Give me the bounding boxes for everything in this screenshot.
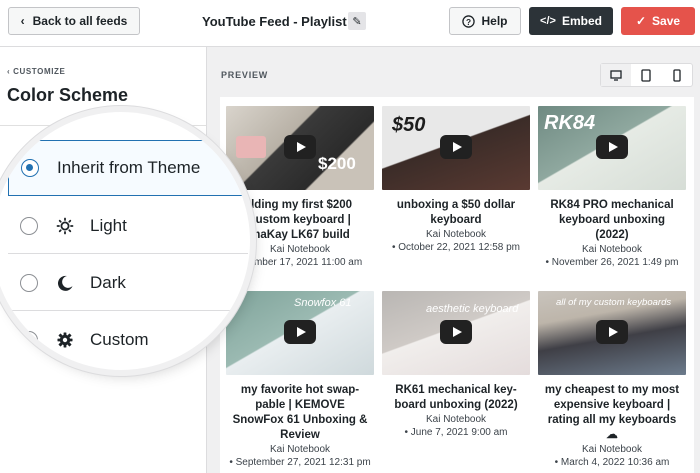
video-card[interactable]: aesthetic keyboard RK61 mechanical key- … xyxy=(382,291,530,439)
video-title: my cheapest to my most expensive keyboar… xyxy=(538,383,686,443)
code-icon: </> xyxy=(540,15,556,27)
breadcrumb[interactable]: ‹ CUSTOMIZE xyxy=(7,67,65,76)
title-line: ilding my first $200 xyxy=(247,199,353,211)
video-date: • June 7, 2021 9:00 am xyxy=(404,427,508,438)
feed-title: YouTube Feed - Playlist xyxy=(202,14,347,29)
option-light[interactable]: Light xyxy=(8,198,248,254)
option-inherit-from-theme[interactable]: Inherit from Theme xyxy=(8,140,248,196)
save-button[interactable]: ✓ Save xyxy=(621,7,695,35)
title-line: board unboxing (2022) xyxy=(394,399,518,411)
video-date: • March 4, 2022 10:36 am xyxy=(554,457,670,468)
svg-text:?: ? xyxy=(466,16,471,26)
gear-icon xyxy=(56,331,74,349)
title-line: RK84 PRO mechanical xyxy=(550,199,674,211)
video-card[interactable]: RK84 RK84 PRO mechanical keyboard unboxi… xyxy=(538,106,686,269)
sun-icon xyxy=(56,217,74,235)
radio-icon[interactable] xyxy=(20,216,38,235)
thumbnail-text: $50 xyxy=(392,114,426,136)
help-button[interactable]: ? Help xyxy=(449,7,521,35)
back-button-label: Back to all feeds xyxy=(32,14,128,28)
video-title: RK84 PRO mechanical keyboard unboxing (2… xyxy=(538,198,686,243)
check-icon: ✓ xyxy=(635,14,647,28)
video-card[interactable]: Snowfox 61 my favorite hot swap- pable |… xyxy=(226,291,374,469)
play-icon[interactable] xyxy=(596,320,628,344)
video-thumbnail[interactable]: Snowfox 61 xyxy=(226,291,374,375)
radio-icon[interactable] xyxy=(20,273,38,292)
video-author: Kai Notebook xyxy=(425,229,487,240)
option-label: Inherit from Theme xyxy=(57,158,201,177)
title-line: RK61 mechanical key- xyxy=(395,384,517,396)
help-icon: ? xyxy=(462,14,476,28)
video-title: RK61 mechanical key- board unboxing (202… xyxy=(382,383,530,413)
top-toolbar: ‹ Back to all feeds YouTube Feed - Playl… xyxy=(0,0,700,47)
thumbnail-text: Snowfox 61 xyxy=(294,297,352,309)
video-thumbnail[interactable]: $50 xyxy=(382,106,530,190)
video-author: Kai Notebook xyxy=(581,244,643,255)
embed-button[interactable]: </> Embed xyxy=(529,7,613,35)
play-icon[interactable] xyxy=(596,135,628,159)
title-line: SnowFox 61 Unboxing & xyxy=(232,414,368,426)
breadcrumb-label: CUSTOMIZE xyxy=(13,67,66,76)
thumbnail-text: $200 xyxy=(318,154,356,173)
option-label: Light xyxy=(90,215,127,235)
feed-preview: $200 ilding my first $200 custom keyboar… xyxy=(220,97,694,473)
option-label: Dark xyxy=(90,272,126,292)
tablet-view-button[interactable] xyxy=(631,64,661,86)
embed-label: Embed xyxy=(561,14,602,28)
option-custom[interactable]: Custom xyxy=(8,312,248,368)
title-line: rating all my keyboards xyxy=(547,414,677,426)
pencil-icon: ✎ xyxy=(352,15,362,28)
video-date: • September 27, 2021 12:31 pm xyxy=(229,457,371,468)
moon-icon xyxy=(56,274,74,292)
play-icon[interactable] xyxy=(284,135,316,159)
tablet-icon xyxy=(641,68,652,82)
desktop-view-button[interactable] xyxy=(601,64,632,86)
video-author: Kai Notebook xyxy=(269,444,331,455)
preview-label: PREVIEW xyxy=(221,70,269,80)
video-card[interactable]: $50 unboxing a $50 dollar keyboard Kai N… xyxy=(382,106,530,254)
thumbnail-text: all of my custom keyboards xyxy=(556,297,672,308)
thumbnail-text: aesthetic keyboard xyxy=(426,303,519,315)
title-line: pable | KEMOVE xyxy=(255,399,345,411)
title-line: unboxing a $50 dollar xyxy=(396,199,516,211)
title-line: my favorite hot swap- xyxy=(240,384,360,396)
color-scheme-magnifier: Inherit from Theme Light Dark Custom xyxy=(0,112,250,370)
video-author: Kai Notebook xyxy=(425,414,487,425)
device-switcher xyxy=(600,63,693,87)
video-author: Kai Notebook xyxy=(581,444,643,455)
section-title: Color Scheme xyxy=(7,85,129,105)
desktop-icon xyxy=(610,69,622,81)
title-line: ☁ xyxy=(606,429,618,441)
mobile-icon xyxy=(673,68,681,82)
chevron-left-icon: ‹ xyxy=(20,14,25,28)
video-thumbnail[interactable]: aesthetic keyboard xyxy=(382,291,530,375)
title-line: keyboard xyxy=(430,214,482,226)
radio-selected-icon[interactable] xyxy=(21,159,39,177)
video-thumbnail[interactable]: RK84 xyxy=(538,106,686,190)
help-label: Help xyxy=(481,14,508,28)
save-label: Save xyxy=(652,14,681,28)
play-icon[interactable] xyxy=(440,135,472,159)
edit-title-button[interactable]: ✎ xyxy=(348,12,366,30)
radio-icon[interactable] xyxy=(20,331,38,349)
back-to-feeds-button[interactable]: ‹ Back to all feeds xyxy=(8,7,140,35)
option-dark[interactable]: Dark xyxy=(8,255,248,311)
title-line: keyboard unboxing xyxy=(558,214,666,226)
video-title: unboxing a $50 dollar keyboard xyxy=(382,198,530,228)
video-thumbnail[interactable]: all of my custom keyboards xyxy=(538,291,686,375)
video-card[interactable]: all of my custom keyboards my cheapest t… xyxy=(538,291,686,469)
title-line: expensive keyboard | xyxy=(553,399,671,411)
video-date: • November 26, 2021 1:49 pm xyxy=(545,257,679,268)
thumbnail-text: RK84 xyxy=(544,112,596,134)
play-icon[interactable] xyxy=(440,320,472,344)
mobile-view-button[interactable] xyxy=(662,64,692,86)
video-thumbnail[interactable]: $200 xyxy=(226,106,374,190)
play-icon[interactable] xyxy=(284,320,316,344)
title-line: Review xyxy=(280,429,320,441)
video-date: • October 22, 2021 12:58 pm xyxy=(391,242,521,253)
video-title: my favorite hot swap- pable | KEMOVE Sno… xyxy=(226,383,374,443)
option-label: Custom xyxy=(90,330,149,349)
title-line: (2022) xyxy=(595,229,629,241)
title-line: my cheapest to my most xyxy=(544,384,680,396)
